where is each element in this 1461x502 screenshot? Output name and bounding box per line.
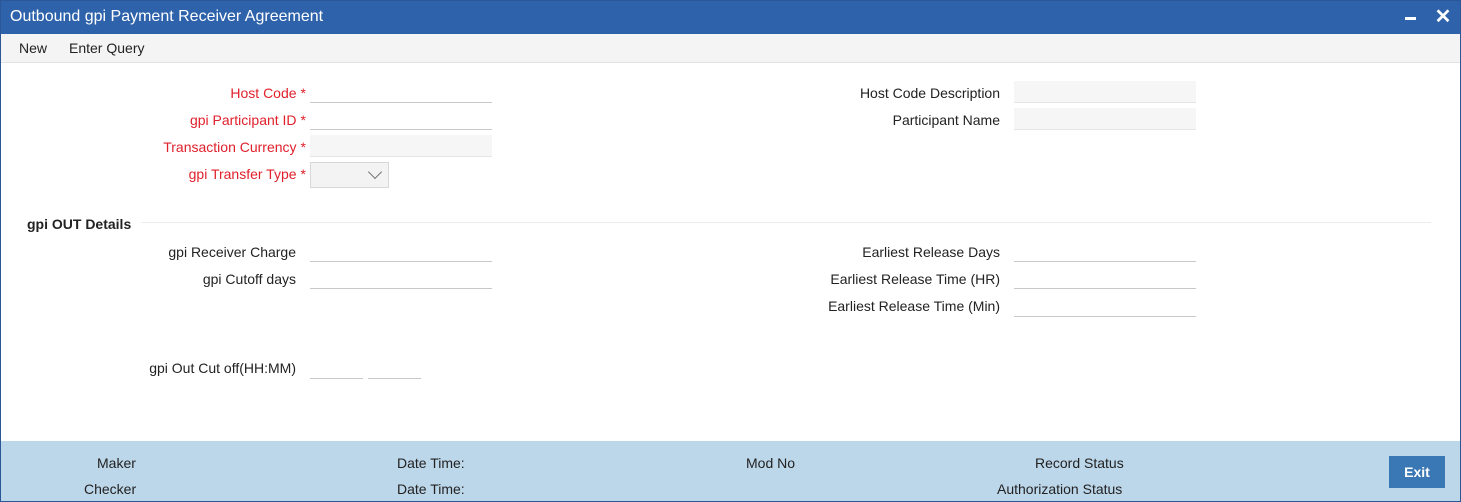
exit-button[interactable]: Exit <box>1389 456 1445 488</box>
maker-date-time-label: Date Time: <box>397 455 465 471</box>
window-title: Outbound gpi Payment Receiver Agreement <box>10 8 324 25</box>
dialog-window: Outbound gpi Payment Receiver Agreement … <box>0 0 1461 502</box>
mod-no-label: Mod No <box>746 455 796 471</box>
gpi-cutoff-days-label: gpi Cutoff days <box>202 271 296 287</box>
menu-enter-query[interactable]: Enter Query <box>69 40 144 56</box>
transaction-currency-input[interactable] <box>310 135 492 157</box>
gpi-transfer-type-label: gpi Transfer Type * <box>188 166 306 182</box>
earliest-release-days-label: Earliest Release Days <box>862 244 1000 260</box>
menu-new[interactable]: New <box>19 40 47 56</box>
form-area: Host Code * gpi Participant ID * Transacti… <box>1 63 1460 441</box>
gpi-cutoff-days-input[interactable] <box>310 267 492 289</box>
earliest-release-time-min-label: Earliest Release Time (Min) <box>828 298 1000 314</box>
gpi-participant-id-input[interactable] <box>310 108 492 130</box>
earliest-release-time-hr-input[interactable] <box>1014 267 1196 289</box>
participant-name-label: Participant Name <box>892 112 1000 128</box>
host-code-label: Host Code * <box>230 85 306 101</box>
close-icon[interactable]: ✕ <box>1431 5 1455 29</box>
gpi-participant-id-label: gpi Participant ID * <box>189 112 306 128</box>
earliest-release-time-min-input[interactable] <box>1014 295 1196 317</box>
audit-footer: Maker Checker Date Time: Date Time: Mod … <box>1 441 1460 501</box>
gpi-out-cut-off-label: gpi Out Cut off(HH:MM) <box>149 360 296 376</box>
title-bar: Outbound gpi Payment Receiver Agreement … <box>1 1 1460 34</box>
checker-label: Checker <box>84 481 137 497</box>
checker-date-time-label: Date Time: <box>397 481 465 497</box>
minimize-icon[interactable] <box>1398 5 1422 29</box>
authorization-status-label: Authorization Status <box>997 481 1123 497</box>
gpi-receiver-charge-input[interactable] <box>310 240 492 262</box>
gpi-out-cut-off-hours-input[interactable] <box>310 357 363 379</box>
gpi-receiver-charge-label: gpi Receiver Charge <box>168 244 296 260</box>
record-status-label: Record Status <box>1035 455 1124 471</box>
gpi-transfer-type-select[interactable] <box>310 162 389 188</box>
host-code-input[interactable] <box>310 81 492 103</box>
earliest-release-time-hr-label: Earliest Release Time (HR) <box>830 271 1000 287</box>
gpi-out-cut-off-minutes-input[interactable] <box>368 357 421 379</box>
participant-name-input[interactable] <box>1014 108 1196 130</box>
maker-label: Maker <box>97 455 136 471</box>
earliest-release-days-input[interactable] <box>1014 240 1196 262</box>
menu-bar: New Enter Query <box>1 34 1460 63</box>
section-divider <box>141 222 1431 223</box>
transaction-currency-label: Transaction Currency * <box>163 139 306 155</box>
host-code-description-input[interactable] <box>1014 81 1196 103</box>
section-title: gpi OUT Details <box>27 216 132 232</box>
chevron-down-icon <box>367 164 383 180</box>
host-code-description-label: Host Code Description <box>859 85 1000 101</box>
